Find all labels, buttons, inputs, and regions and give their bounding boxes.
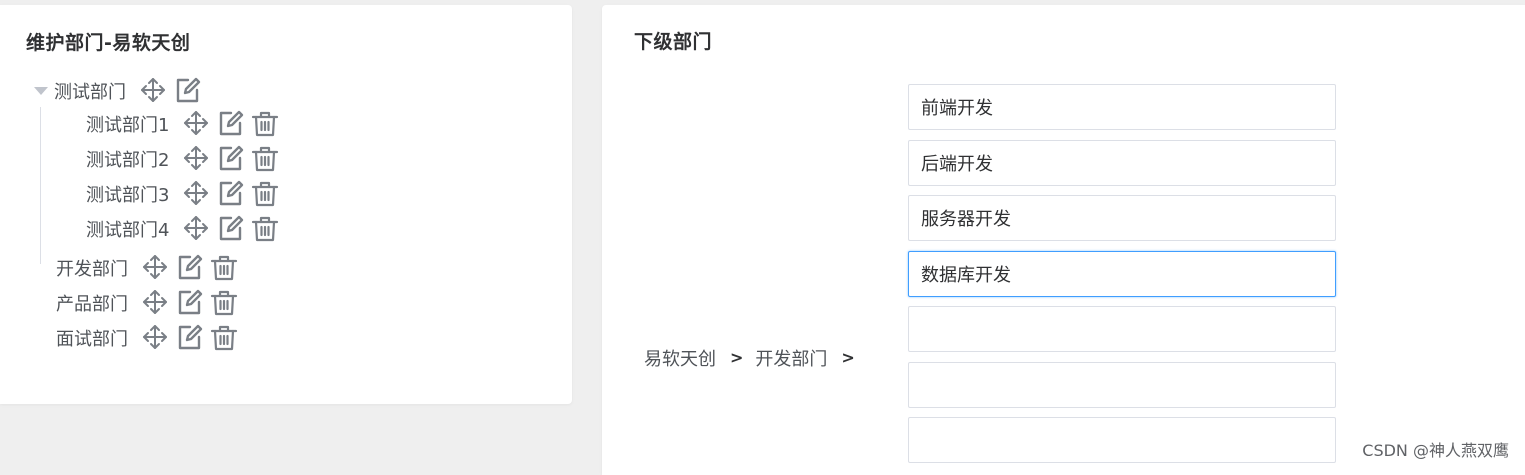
edit-icon[interactable] <box>217 215 245 243</box>
sub-department-input[interactable] <box>908 306 1336 352</box>
node-actions <box>142 254 238 282</box>
tree-node-label: 面试部门 <box>56 329 128 350</box>
sub-department-input[interactable] <box>908 195 1336 241</box>
tree-node-sibling[interactable]: 面试部门 <box>56 323 238 353</box>
edit-icon[interactable] <box>176 324 204 352</box>
tree-node-label: 测试部门3 <box>86 185 170 206</box>
node-actions <box>183 215 279 243</box>
node-actions <box>183 180 279 208</box>
tree-node-child[interactable]: 测试部门2 <box>86 144 279 174</box>
caret-down-icon[interactable] <box>34 87 48 95</box>
delete-icon[interactable] <box>251 110 279 138</box>
edit-icon[interactable] <box>176 254 204 282</box>
delete-icon[interactable] <box>251 215 279 243</box>
tree-node-child[interactable]: 测试部门4 <box>86 214 279 244</box>
tree-node-sibling[interactable]: 产品部门 <box>56 288 238 318</box>
panel-title: 下级部门 <box>634 31 713 53</box>
sub-department-input[interactable] <box>908 417 1336 463</box>
node-actions <box>183 145 279 173</box>
breadcrumb: 易软天创 > 开发部门 > <box>644 345 867 371</box>
tree-node-label: 测试部门2 <box>86 150 170 171</box>
edit-icon[interactable] <box>174 77 202 105</box>
node-actions <box>183 110 279 138</box>
panel-title: 维护部门-易软天创 <box>26 32 191 54</box>
tree-node-root[interactable]: 测试部门 <box>34 76 202 106</box>
sub-department-input[interactable] <box>908 140 1336 186</box>
tree-guide-line <box>40 107 41 264</box>
edit-icon[interactable] <box>176 289 204 317</box>
breadcrumb-item[interactable]: 开发部门 <box>755 345 827 371</box>
delete-icon[interactable] <box>210 324 238 352</box>
chevron-right-icon: > <box>841 347 855 367</box>
node-actions <box>142 289 238 317</box>
node-actions <box>140 77 202 105</box>
delete-icon[interactable] <box>210 254 238 282</box>
node-actions <box>142 324 238 352</box>
edit-icon[interactable] <box>217 180 245 208</box>
delete-icon[interactable] <box>251 180 279 208</box>
chevron-right-icon: > <box>730 347 744 367</box>
move-icon[interactable] <box>142 324 170 352</box>
sub-department-input[interactable] <box>908 251 1336 297</box>
sub-department-input[interactable] <box>908 362 1336 408</box>
edit-icon[interactable] <box>217 145 245 173</box>
delete-icon[interactable] <box>251 145 279 173</box>
breadcrumb-item[interactable]: 易软天创 <box>644 345 716 371</box>
tree-node-label: 测试部门 <box>54 82 126 103</box>
move-icon[interactable] <box>183 180 211 208</box>
move-icon[interactable] <box>142 254 170 282</box>
move-icon[interactable] <box>140 77 168 105</box>
move-icon[interactable] <box>142 289 170 317</box>
department-tree-panel: 维护部门-易软天创 测试部门 测试部门1 测试部门2 测试部门3 测试部门4 开… <box>0 5 572 404</box>
tree-node-child[interactable]: 测试部门3 <box>86 179 279 209</box>
tree-node-label: 测试部门4 <box>86 220 170 241</box>
watermark: CSDN @神人燕双鹰 <box>1362 441 1509 460</box>
sub-department-panel: 下级部门 易软天创 > 开发部门 > <box>602 5 1525 475</box>
tree-node-child[interactable]: 测试部门1 <box>86 109 279 139</box>
tree-node-sibling[interactable]: 开发部门 <box>56 253 238 283</box>
edit-icon[interactable] <box>217 110 245 138</box>
tree-node-label: 测试部门1 <box>86 115 170 136</box>
delete-icon[interactable] <box>210 289 238 317</box>
tree-node-label: 开发部门 <box>56 259 128 280</box>
move-icon[interactable] <box>183 110 211 138</box>
move-icon[interactable] <box>183 145 211 173</box>
sub-department-input[interactable] <box>908 84 1336 130</box>
move-icon[interactable] <box>183 215 211 243</box>
tree-node-label: 产品部门 <box>56 294 128 315</box>
